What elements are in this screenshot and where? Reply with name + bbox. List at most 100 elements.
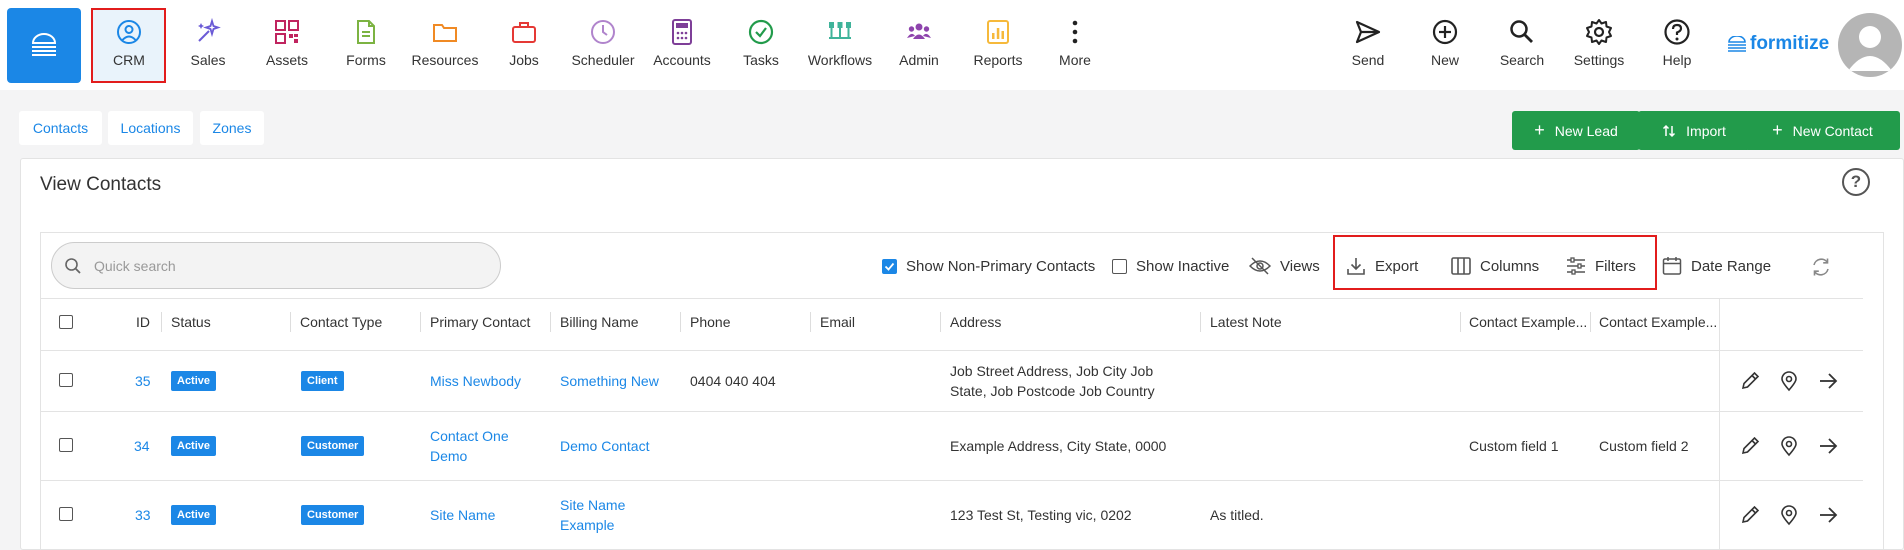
nav-scheduler[interactable]: Scheduler xyxy=(564,18,642,74)
column-header-status[interactable]: Status xyxy=(171,314,211,330)
export-button[interactable]: Export xyxy=(1346,255,1418,277)
show-inactive-label: Show Inactive xyxy=(1136,257,1230,275)
show-inactive-toggle[interactable]: Show Inactive xyxy=(1112,255,1229,277)
map-pin-icon[interactable] xyxy=(1778,435,1800,457)
contact-type-badge: Customer xyxy=(301,436,365,456)
row-id[interactable]: 35 xyxy=(135,371,151,391)
checkbox-checked[interactable] xyxy=(882,258,897,274)
primary-contact-line-2[interactable]: Demo xyxy=(430,446,467,466)
primary-contact-link[interactable]: Site Name xyxy=(430,505,495,525)
map-pin-icon[interactable] xyxy=(1778,504,1800,526)
nav-send[interactable]: Send xyxy=(1329,18,1407,74)
pencil-icon[interactable] xyxy=(1739,435,1761,457)
tab-contacts[interactable]: Contacts xyxy=(19,111,102,145)
nav-settings[interactable]: Settings xyxy=(1560,18,1638,74)
column-header-contact-type[interactable]: Contact Type xyxy=(300,314,382,330)
nav-label: Admin xyxy=(899,52,939,68)
row-id[interactable]: 34 xyxy=(134,436,150,456)
nav-search[interactable]: Search xyxy=(1483,18,1561,74)
billing-name-line-2[interactable]: Example xyxy=(560,515,614,535)
nav-resources[interactable]: Resources xyxy=(406,18,484,74)
tab-zones[interactable]: Zones xyxy=(200,111,264,145)
nav-admin[interactable]: Admin xyxy=(880,18,958,74)
briefcase-icon xyxy=(512,22,536,43)
row-id[interactable]: 33 xyxy=(135,505,151,525)
pencil-icon[interactable] xyxy=(1739,370,1761,392)
columns-button[interactable]: Columns xyxy=(1451,255,1539,277)
nav-more[interactable]: More xyxy=(1036,18,1114,74)
views-label: Views xyxy=(1280,257,1320,275)
brand-logo[interactable]: formitize xyxy=(1727,33,1829,55)
address-line-2: State, Job Postcode Job Country xyxy=(950,383,1155,399)
map-pin-icon[interactable] xyxy=(1778,370,1800,392)
select-all-checkbox[interactable] xyxy=(59,315,73,329)
avatar[interactable] xyxy=(1838,13,1902,77)
columns-icon xyxy=(1451,257,1471,275)
refresh-icon[interactable] xyxy=(1810,256,1832,278)
views-button[interactable]: Views xyxy=(1249,255,1320,277)
arrow-right-icon[interactable] xyxy=(1817,435,1839,457)
filters-button[interactable]: Filters xyxy=(1566,255,1636,277)
nav-reports[interactable]: Reports xyxy=(959,18,1037,74)
new-contact-button[interactable]: + New Contact xyxy=(1745,111,1900,150)
nav-forms[interactable]: Forms xyxy=(327,18,405,74)
status-badge: Active xyxy=(171,371,217,391)
column-header-phone[interactable]: Phone xyxy=(690,314,730,330)
nav-workflows[interactable]: Workflows xyxy=(801,18,879,74)
column-header-custom-1[interactable]: Contact Example... xyxy=(1469,314,1587,330)
column-divider xyxy=(550,312,551,332)
column-header-custom-2[interactable]: Contact Example... xyxy=(1599,314,1717,330)
row-checkbox[interactable] xyxy=(59,438,73,452)
column-header-billing-name[interactable]: Billing Name xyxy=(560,314,639,330)
nav-new[interactable]: New xyxy=(1406,18,1484,74)
billing-name-link[interactable]: Demo Contact xyxy=(560,436,649,456)
nav-help[interactable]: Help xyxy=(1638,18,1716,74)
arrow-right-icon[interactable] xyxy=(1817,370,1839,392)
nav-label: Jobs xyxy=(509,52,539,68)
nav-assets[interactable]: Assets xyxy=(248,18,326,74)
user-circle-icon xyxy=(117,20,141,44)
tab-locations[interactable]: Locations xyxy=(108,111,193,145)
column-header-email[interactable]: Email xyxy=(820,314,855,330)
column-header-primary-contact[interactable]: Primary Contact xyxy=(430,314,530,330)
nav-label: CRM xyxy=(113,52,145,68)
import-arrows-icon xyxy=(1663,124,1676,137)
primary-contact-line-1[interactable]: Contact One xyxy=(430,426,509,446)
primary-contact-link[interactable]: Miss Newbody xyxy=(430,371,521,391)
users-icon xyxy=(907,23,931,39)
row-checkbox[interactable] xyxy=(59,507,73,521)
row-checkbox[interactable] xyxy=(59,373,73,387)
nav-label: Scheduler xyxy=(571,52,635,68)
search-input[interactable] xyxy=(94,257,474,274)
billing-name-link[interactable]: Something New xyxy=(560,371,659,391)
pencil-icon[interactable] xyxy=(1739,504,1761,526)
new-lead-label: New Lead xyxy=(1554,122,1618,139)
new-lead-button[interactable]: + New Lead xyxy=(1512,111,1640,150)
help-circle-icon xyxy=(1664,19,1690,45)
column-header-address[interactable]: Address xyxy=(950,314,1001,330)
billing-name-line-1[interactable]: Site Name xyxy=(560,495,625,515)
status-badge: Active xyxy=(171,436,217,456)
quick-search[interactable] xyxy=(51,242,501,289)
column-header-id[interactable]: ID xyxy=(136,314,150,330)
nav-accounts[interactable]: Accounts xyxy=(643,18,721,74)
help-button[interactable]: ? xyxy=(1842,168,1870,196)
checkbox-unchecked[interactable] xyxy=(1112,258,1127,274)
check-icon xyxy=(884,262,895,271)
column-divider xyxy=(1460,312,1461,332)
nav-jobs[interactable]: Jobs xyxy=(485,18,563,74)
import-button[interactable]: Import xyxy=(1638,111,1750,150)
nav-label: Forms xyxy=(346,52,386,68)
import-label: Import xyxy=(1686,122,1726,139)
home-button[interactable] xyxy=(7,8,81,83)
column-header-latest-note[interactable]: Latest Note xyxy=(1210,314,1282,330)
sliders-icon xyxy=(1567,257,1585,275)
nav-crm[interactable]: CRM xyxy=(90,18,168,74)
nav-tasks[interactable]: Tasks xyxy=(722,18,800,74)
arrow-right-icon[interactable] xyxy=(1817,504,1839,526)
date-range-button[interactable]: Date Range xyxy=(1662,255,1771,277)
show-non-primary-toggle[interactable]: Show Non-Primary Contacts xyxy=(882,255,1095,277)
nav-sales[interactable]: Sales xyxy=(169,18,247,74)
actions-column-divider xyxy=(1719,298,1720,550)
workflow-icon xyxy=(829,22,851,39)
